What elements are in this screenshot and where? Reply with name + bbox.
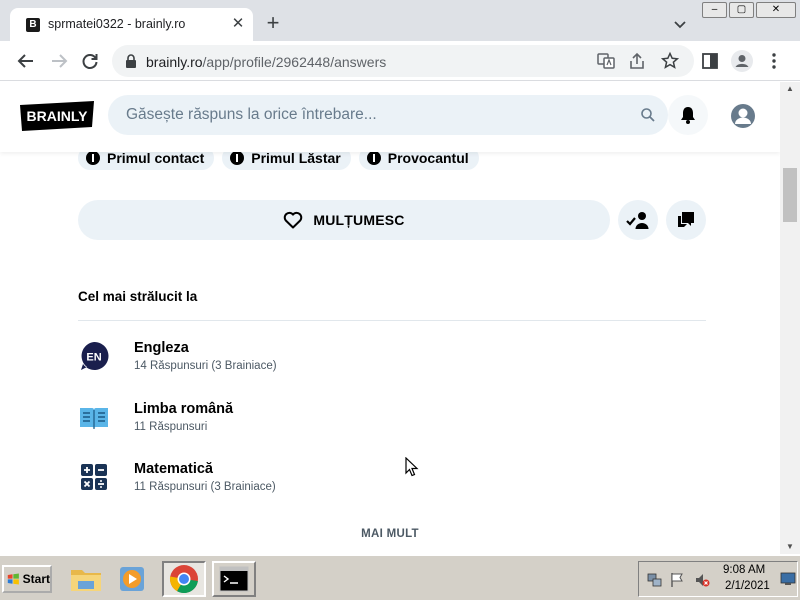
minimize-button[interactable]: – bbox=[702, 2, 727, 18]
tab-search-chevron-icon[interactable] bbox=[670, 14, 690, 34]
browser-menu-icon[interactable] bbox=[764, 51, 784, 71]
url-path: /app/profile/2962448/answers bbox=[202, 54, 387, 70]
badge-label: Primul Lăstar bbox=[251, 150, 341, 166]
maximize-button[interactable]: ▢ bbox=[729, 2, 754, 18]
thanks-button[interactable]: MULȚUMESC bbox=[78, 200, 610, 240]
scroll-up-icon[interactable]: ▲ bbox=[780, 82, 800, 96]
subject-item-engleza[interactable]: EN Engleza 14 Răspunsuri (3 Brainiace) bbox=[78, 340, 638, 380]
start-label: Start bbox=[22, 572, 50, 586]
subject-meta: 14 Răspunsuri (3 Brainiace) bbox=[134, 360, 277, 372]
thanks-label: MULȚUMESC bbox=[313, 212, 405, 228]
subject-item-limba-romana[interactable]: Limba română 11 Răspunsuri bbox=[78, 401, 638, 441]
share-icon[interactable] bbox=[627, 51, 647, 71]
scroll-down-icon[interactable]: ▼ bbox=[780, 540, 800, 554]
badge-label: Provocantul bbox=[387, 150, 469, 166]
windows-flag-icon bbox=[7, 573, 19, 585]
section-title: Cel mai strălucit la bbox=[78, 289, 198, 304]
reload-icon[interactable] bbox=[80, 51, 100, 71]
badge-icon bbox=[366, 151, 381, 165]
chat-icon bbox=[678, 212, 694, 227]
forward-arrow-icon[interactable] bbox=[49, 51, 69, 71]
media-player-icon[interactable] bbox=[112, 561, 152, 597]
heart-icon bbox=[284, 211, 303, 229]
bell-icon bbox=[681, 107, 695, 124]
en-icon: EN bbox=[81, 341, 109, 370]
network-icon[interactable] bbox=[647, 572, 663, 588]
browser-toolbar: brainly.ro/app/profile/2962448/answers bbox=[0, 41, 800, 81]
user-check-icon bbox=[626, 212, 649, 229]
more-button[interactable]: MAI MULT bbox=[340, 528, 440, 540]
logo-text: BRAINLY bbox=[27, 108, 89, 124]
brainly-favicon-icon: B bbox=[26, 18, 40, 32]
section-divider bbox=[78, 320, 706, 321]
show-desktop-icon[interactable] bbox=[780, 572, 796, 586]
volume-muted-icon[interactable] bbox=[694, 572, 710, 588]
close-window-button[interactable]: ✕ bbox=[756, 2, 796, 18]
search-icon[interactable] bbox=[640, 107, 656, 123]
mouse-cursor-icon bbox=[405, 457, 419, 477]
subject-item-matematica[interactable]: Matematică 11 Răspunsuri (3 Brainiace) bbox=[78, 461, 638, 501]
follow-button[interactable] bbox=[618, 200, 658, 240]
start-button[interactable]: Start bbox=[2, 565, 52, 593]
new-tab-button[interactable]: + bbox=[262, 12, 284, 34]
back-arrow-icon[interactable] bbox=[16, 51, 36, 71]
tab-close-icon[interactable]: ✕ bbox=[228, 14, 248, 34]
math-icon bbox=[81, 464, 107, 490]
side-panel-icon[interactable] bbox=[700, 51, 720, 71]
badge-icon bbox=[86, 151, 100, 165]
window-controls: – ▢ ✕ bbox=[702, 2, 796, 20]
windows-taskbar: Start 9:08 AM 2/1/2021 bbox=[0, 554, 800, 600]
lock-icon[interactable] bbox=[124, 53, 138, 69]
scrollbar-thumb[interactable] bbox=[783, 168, 797, 222]
subject-meta: 11 Răspunsuri bbox=[134, 421, 208, 433]
system-tray: 9:08 AM 2/1/2021 bbox=[638, 561, 798, 597]
brainly-logo[interactable]: BRAINLY bbox=[20, 101, 94, 131]
book-icon bbox=[80, 408, 108, 429]
chrome-icon bbox=[169, 565, 198, 594]
action-center-flag-icon[interactable] bbox=[669, 572, 685, 588]
subject-name: Engleza bbox=[134, 340, 189, 356]
profile-icon[interactable] bbox=[731, 50, 753, 72]
page-scrollbar[interactable]: ▲ ▼ bbox=[780, 82, 800, 554]
translate-icon[interactable] bbox=[596, 51, 616, 71]
page-viewport: BRAINLY Găsește răspuns la orice întreba… bbox=[0, 82, 780, 554]
tab-title: sprmatei0322 - brainly.ro bbox=[48, 17, 186, 31]
command-prompt-icon bbox=[219, 566, 249, 592]
search-field[interactable]: Găsește răspuns la orice întrebare... bbox=[108, 95, 668, 135]
url-host: brainly.ro bbox=[146, 54, 203, 70]
browser-tab[interactable]: B sprmatei0322 - brainly.ro ✕ bbox=[10, 8, 253, 41]
notifications-button[interactable] bbox=[668, 95, 708, 135]
user-avatar-icon[interactable] bbox=[727, 100, 759, 132]
browser-titlebar: B sprmatei0322 - brainly.ro ✕ + – ▢ ✕ bbox=[0, 0, 800, 41]
en-icon-text: EN bbox=[86, 352, 101, 364]
bookmark-star-icon[interactable] bbox=[660, 51, 680, 71]
clock-time[interactable]: 9:08 AM bbox=[723, 564, 765, 576]
url-text[interactable]: brainly.ro/app/profile/2962448/answers bbox=[146, 54, 386, 70]
subject-meta: 11 Răspunsuri (3 Brainiace) bbox=[134, 481, 276, 493]
subject-name: Limba română bbox=[134, 401, 234, 417]
site-header: BRAINLY Găsește răspuns la orice întreba… bbox=[0, 82, 780, 152]
file-explorer-icon[interactable] bbox=[66, 561, 106, 597]
subject-name: Matematică bbox=[134, 461, 213, 477]
message-button[interactable] bbox=[666, 200, 706, 240]
taskbar-chrome[interactable] bbox=[162, 561, 206, 597]
clock-date[interactable]: 2/1/2021 bbox=[725, 580, 770, 592]
badge-icon bbox=[230, 151, 245, 165]
taskbar-cmd[interactable] bbox=[212, 561, 256, 597]
badge-label: Primul contact bbox=[107, 150, 205, 166]
search-placeholder[interactable]: Găsește răspuns la orice întrebare... bbox=[126, 106, 377, 124]
